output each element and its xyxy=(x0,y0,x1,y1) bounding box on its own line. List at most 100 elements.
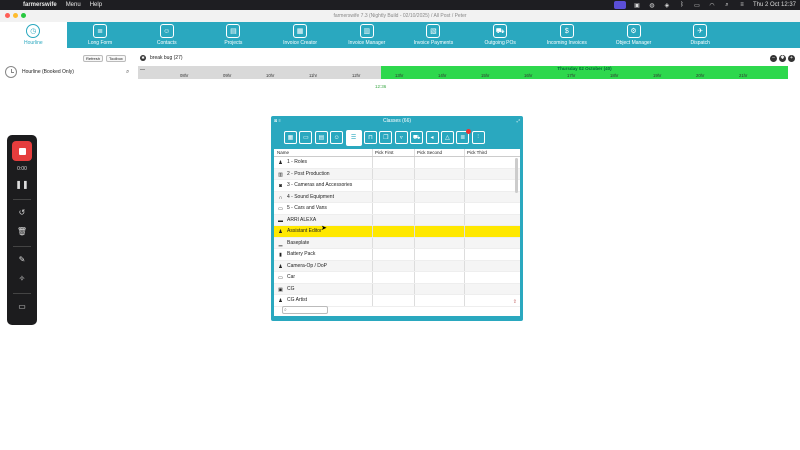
draw-icon[interactable]: ✎ xyxy=(15,254,29,266)
list-cell[interactable] xyxy=(414,237,464,248)
list-scrollbar[interactable] xyxy=(515,158,518,193)
toolbox-button[interactable]: Toolbox xyxy=(106,55,126,62)
tool-projects[interactable]: ▤ Projects xyxy=(200,22,267,48)
recording-indicator-icon[interactable] xyxy=(613,1,626,9)
search-icon[interactable]: ⌕ xyxy=(126,69,129,76)
list-item[interactable]: ▭ 5 - Cars and Vans xyxy=(274,203,520,215)
bin-icon[interactable]: ▿ xyxy=(394,131,408,144)
list-cell[interactable] xyxy=(372,168,414,179)
list-item[interactable]: ∩ 4 - Sound Equipment xyxy=(274,191,520,203)
minimize-window-button[interactable] xyxy=(13,13,18,18)
list-cell[interactable] xyxy=(464,168,508,179)
list-item[interactable]: ♟ 1 - Roles xyxy=(274,157,520,169)
apple-icon[interactable] xyxy=(7,1,15,9)
minus-button[interactable]: – xyxy=(770,55,777,62)
list-cell[interactable] xyxy=(414,157,464,168)
calendar-icon[interactable]: ▦ xyxy=(284,131,297,144)
column-header-pick-first[interactable]: Pick First xyxy=(372,149,414,156)
list-cell[interactable] xyxy=(464,203,508,214)
lock-icon[interactable]: ⊓ xyxy=(363,131,377,144)
menubar-clock[interactable]: Thu 2 Oct 12:37 xyxy=(753,2,796,8)
tray-app-icon-3[interactable]: ◈ xyxy=(663,2,671,9)
list-cell[interactable] xyxy=(464,237,508,248)
column-header-pick-second[interactable]: Pick Second xyxy=(414,149,464,156)
list-item[interactable]: ▮ Battery Pack xyxy=(274,249,520,261)
wifi-icon[interactable]: ◠ xyxy=(708,2,716,9)
sliders-icon[interactable]: ⫶ xyxy=(471,131,485,144)
refresh-button[interactable]: Refresh xyxy=(83,55,104,62)
list-cell[interactable] xyxy=(414,272,464,283)
briefcase-icon[interactable]: ▤ xyxy=(314,131,328,144)
collapse-icon[interactable]: — xyxy=(140,67,145,73)
trash-icon[interactable]: 🗑 xyxy=(15,226,29,238)
menu-item-menu[interactable]: Menu xyxy=(66,2,81,8)
menu-item-help[interactable]: Help xyxy=(90,2,102,8)
list-cell[interactable] xyxy=(464,226,508,237)
pause-icon[interactable]: ❚❚ xyxy=(15,179,29,191)
tool-long-form[interactable]: ≣ Long Form xyxy=(67,22,134,48)
list-cell[interactable] xyxy=(464,180,508,191)
list-item[interactable]: ♟ Camera-Op / DoP xyxy=(274,260,520,272)
tray-app-icon-2[interactable]: ◍ xyxy=(648,2,656,9)
tool-contacts[interactable]: ☺ Contacts xyxy=(133,22,200,48)
list-cell[interactable] xyxy=(464,260,508,271)
list-cell[interactable] xyxy=(372,191,414,202)
list-cell[interactable] xyxy=(414,226,464,237)
list-cell[interactable] xyxy=(414,180,464,191)
spotlight-icon[interactable]: ⌕ xyxy=(723,2,731,9)
list-cell[interactable] xyxy=(372,180,414,191)
tool-invoice-manager[interactable]: ▥ Invoice Manager xyxy=(333,22,400,48)
list-item[interactable]: ◙ 3 - Cameras and Accessories xyxy=(274,180,520,192)
copy-icon[interactable]: ❐ xyxy=(379,131,393,144)
list-cell[interactable] xyxy=(372,237,414,248)
stop-recording-button[interactable] xyxy=(12,141,32,161)
tool-invoice-creator[interactable]: ▦ Invoice Creator xyxy=(267,22,334,48)
list-cell[interactable] xyxy=(414,168,464,179)
list-cell[interactable] xyxy=(464,283,508,294)
list-item[interactable]: ▬ ARRI ALEXA xyxy=(274,214,520,226)
tool-dispatch[interactable]: ✈ Dispatch xyxy=(667,22,734,48)
tool-invoice-payments[interactable]: ▧ Invoice Payments xyxy=(400,22,467,48)
list-cell[interactable] xyxy=(372,249,414,260)
tool-hourline[interactable]: ◷ Hourline xyxy=(0,22,67,48)
list-item[interactable]: ♟ CG Artist xyxy=(274,295,520,307)
window-expand-icon[interactable]: ⤢ xyxy=(517,118,520,123)
list-item[interactable]: ▥ 2 - Post Production xyxy=(274,168,520,180)
add-button[interactable]: + xyxy=(788,55,795,62)
megaphone-icon[interactable]: ◂ xyxy=(425,131,439,144)
battery-status-icon[interactable]: ▭ xyxy=(693,2,701,9)
list-cell[interactable] xyxy=(372,295,414,306)
tray-icon[interactable]: ▭ xyxy=(299,131,313,144)
clock-icon[interactable] xyxy=(5,66,17,78)
list-cell[interactable] xyxy=(372,157,414,168)
column-header-pick-third[interactable]: Pick Third xyxy=(464,149,508,156)
control-center-icon[interactable]: ≡ xyxy=(738,2,746,8)
list-cell[interactable] xyxy=(414,260,464,271)
tool-object-manager[interactable]: ⚙ Object Manager xyxy=(600,22,667,48)
tool-outgoing-pos[interactable]: ⛟ Outgoing POs xyxy=(467,22,534,48)
list-cell[interactable] xyxy=(372,226,414,237)
bell-icon[interactable]: △ xyxy=(440,131,454,144)
list-cell[interactable] xyxy=(464,191,508,202)
list-cell[interactable] xyxy=(372,283,414,294)
list-cell[interactable] xyxy=(372,260,414,271)
settings-gear-icon[interactable]: ✱ xyxy=(779,55,786,62)
list-cell[interactable] xyxy=(372,272,414,283)
list-item[interactable]: ▭ Car xyxy=(274,272,520,284)
list-cell[interactable] xyxy=(414,203,464,214)
bluetooth-icon[interactable]: ᛒ xyxy=(678,2,686,8)
view-settings-icon[interactable]: ✱ xyxy=(140,55,146,61)
classes-search-input[interactable] xyxy=(282,306,328,314)
list-cell[interactable] xyxy=(414,249,464,260)
list-cell[interactable] xyxy=(414,295,464,306)
list-cell[interactable] xyxy=(372,214,414,225)
tray-app-icon[interactable]: ▣ xyxy=(633,2,641,9)
close-window-button[interactable] xyxy=(5,13,10,18)
zoom-window-button[interactable] xyxy=(21,13,26,18)
hourline-timeline[interactable]: — Thursday 02 October (40) 08hr 09hr 10h… xyxy=(138,66,788,79)
tool-incoming-invoices[interactable]: $ Incoming Invoices xyxy=(534,22,601,48)
list-item[interactable]: ▣ CG xyxy=(274,283,520,295)
list-cell[interactable] xyxy=(464,249,508,260)
list-cell[interactable] xyxy=(414,214,464,225)
effects-icon[interactable]: ✧ xyxy=(15,273,29,285)
